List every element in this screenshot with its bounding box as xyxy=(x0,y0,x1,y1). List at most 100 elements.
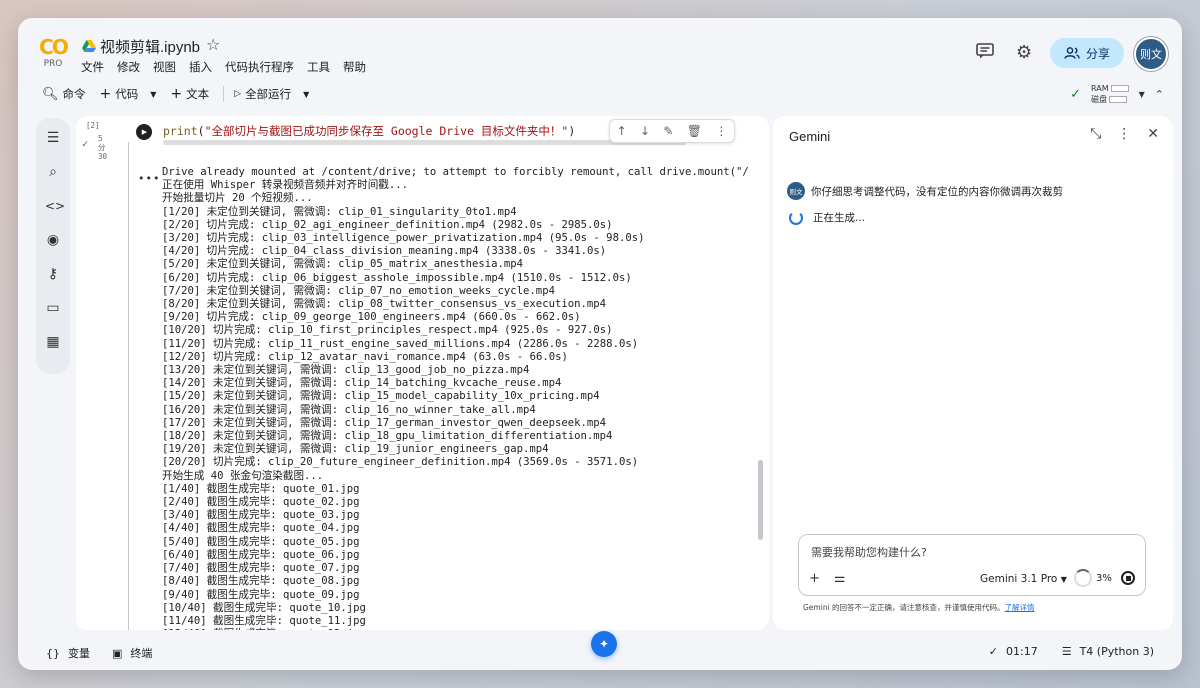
elapsed-time: 01:17 xyxy=(1006,645,1038,658)
output-line: Drive already mounted at /content/drive;… xyxy=(162,166,749,178)
search-icon: 🔍︎ xyxy=(42,86,59,102)
more-vert-icon[interactable]: ⋮ xyxy=(1117,126,1131,142)
data-table-icon[interactable]: ▦ xyxy=(45,334,61,350)
variables-button[interactable]: {} 变量 xyxy=(46,645,90,661)
gemini-sparkle-button[interactable]: ✦ xyxy=(591,631,617,657)
output-line: 开始生成 40 张金句渲染截图... xyxy=(162,469,324,482)
terminal-label: 终端 xyxy=(130,647,153,660)
terminal-button[interactable]: ▣ 终端 xyxy=(112,645,152,661)
move-up-icon[interactable]: ↑ xyxy=(617,124,627,138)
code-editor[interactable]: print("全部切片与截图已成功同步保存至 Google Drive 目标文件… xyxy=(163,123,575,139)
menu-edit[interactable]: 修改 xyxy=(117,59,140,75)
secrets-key-icon[interactable]: ⚷ xyxy=(45,266,61,282)
server-icon: ☰ xyxy=(1061,645,1072,658)
gemini-prompt-box[interactable]: 需要我帮助您构建什么? + ⚌ Gemini 3.1 Pro ▼ 3% xyxy=(798,534,1146,596)
menu-bar: 文件 修改 视图 插入 代码执行程序 工具 帮助 xyxy=(81,59,379,75)
output-line: [12/20] 切片完成: clip_12_avatar_navi_romanc… xyxy=(162,350,568,363)
output-menu-icon[interactable]: ••• xyxy=(138,172,160,185)
command-palette-button[interactable]: 🔍︎ 命令 xyxy=(42,86,86,102)
gemini-title: Gemini xyxy=(789,129,831,144)
context-percent: 3% xyxy=(1096,572,1112,584)
comment-icon[interactable] xyxy=(976,43,994,59)
ram-bar xyxy=(1110,85,1129,92)
output-line: [10/40] 截图生成完毕: quote_10.jpg xyxy=(162,601,366,614)
menu-tools[interactable]: 工具 xyxy=(307,59,330,75)
star-icon[interactable]: ☆ xyxy=(206,35,220,54)
stop-generation-button[interactable] xyxy=(1121,571,1135,585)
add-code-button[interactable]: + 代码 ▼ xyxy=(100,86,157,102)
menu-file[interactable]: 文件 xyxy=(81,59,104,75)
find-replace-icon[interactable]: ⌕ xyxy=(45,164,61,180)
chevron-down-icon[interactable]: ▼ xyxy=(150,90,156,99)
code-snippets-icon[interactable]: <> xyxy=(45,198,65,214)
output-line: [8/40] 截图生成完毕: quote_08.jpg xyxy=(162,575,360,588)
logo-pro-badge: PRO xyxy=(43,59,63,69)
menu-runtime[interactable]: 代码执行程序 xyxy=(225,59,294,75)
prompt-input[interactable]: 需要我帮助您构建什么? xyxy=(811,544,927,560)
tune-settings-icon[interactable]: ⚌ xyxy=(834,571,846,586)
output-line: [7/40] 截图生成完毕: quote_07.jpg xyxy=(162,562,360,575)
delete-icon[interactable]: 🗑︎ xyxy=(687,124,702,138)
output-line: [2/20] 切片完成: clip_02_agi_engineer_defini… xyxy=(162,218,613,231)
exec-time-number: 5 xyxy=(98,134,103,143)
runtime-label: T4 (Python 3) xyxy=(1079,645,1154,658)
output-line: [8/20] 未定位到关键词, 需微调: clip_08_twitter_con… xyxy=(162,298,606,311)
notebook-panel: [2] ✓ 5 分 30 ▶ print("全部切片与截图已成功同步保存至 Go… xyxy=(76,116,769,630)
share-label: 分享 xyxy=(1085,46,1110,61)
left-sidebar: ☰ ⌕ <> ◉ ⚷ ▭ ▦ xyxy=(36,118,70,374)
notebook-title[interactable]: 视频剪辑.ipynb xyxy=(100,36,200,57)
add-text-button[interactable]: + 文本 xyxy=(170,86,209,102)
chevron-down-icon[interactable]: ▼ xyxy=(303,90,309,99)
text-label: 文本 xyxy=(186,87,210,101)
menu-insert[interactable]: 插入 xyxy=(189,59,212,75)
play-icon: ▷ xyxy=(234,89,242,99)
ram-disk-meter[interactable]: RAM 磁盘 xyxy=(1091,83,1129,105)
success-check-icon: ✓ xyxy=(82,139,89,150)
output-line: [5/20] 未定位到关键词, 需微调: clip_05_matrix_anes… xyxy=(162,258,524,271)
output-line: [12/40] 截图生成完毕: quote_12.jpg xyxy=(162,628,752,630)
collapse-icon[interactable]: ⤡ xyxy=(1090,126,1101,142)
edit-magic-icon[interactable]: ✎ xyxy=(663,124,673,138)
logo-text: CO xyxy=(39,35,69,59)
exec-time-seconds: 30 xyxy=(98,152,108,161)
close-icon[interactable]: ✕ xyxy=(1147,126,1159,142)
code-horizontal-scrollbar[interactable] xyxy=(163,140,686,145)
variable-inspector-icon[interactable]: ◉ xyxy=(45,232,61,248)
settings-gear-icon[interactable]: ⚙ xyxy=(1016,42,1032,63)
runtime-info[interactable]: ☰ T4 (Python 3) xyxy=(1062,645,1154,658)
run-all-button[interactable]: ▷ 全部运行 ▼ xyxy=(234,86,309,102)
user-avatar[interactable]: 则文 xyxy=(1136,39,1166,69)
colab-logo[interactable]: CO PRO xyxy=(36,36,70,72)
learn-more-link[interactable]: 了解详情 xyxy=(1005,603,1035,612)
execution-status[interactable]: ✓ 01:17 xyxy=(989,645,1038,658)
disk-bar xyxy=(1109,96,1128,103)
collapse-up-icon[interactable]: ⌃ xyxy=(1155,88,1164,101)
connected-check-icon: ✓ xyxy=(1070,86,1082,102)
stop-icon xyxy=(1125,575,1131,581)
more-options-icon[interactable]: ⋮ xyxy=(715,124,727,138)
output-line: [4/20] 切片完成: clip_04_class_division_mean… xyxy=(162,245,607,258)
context-usage: 3% xyxy=(1074,569,1112,587)
share-button[interactable]: 分享 xyxy=(1050,38,1124,68)
output-line: [5/40] 截图生成完毕: quote_05.jpg xyxy=(162,535,360,548)
context-ring-icon xyxy=(1074,569,1092,587)
output-line: [7/20] 未定位到关键词, 需微调: clip_07_no_emotion_… xyxy=(162,284,555,297)
menu-view[interactable]: 视图 xyxy=(153,59,176,75)
gemini-header-actions: ⤡ ⋮ ✕ xyxy=(1090,126,1159,142)
menu-help[interactable]: 帮助 xyxy=(343,59,366,75)
table-of-contents-icon[interactable]: ☰ xyxy=(45,130,61,146)
code-function: print xyxy=(163,124,198,138)
notebook-toolbar: 🔍︎ 命令 + 代码 ▼ + 文本 ▷ 全部运行 ▼ ✓ RAM 磁盘 ▼ ⌃ xyxy=(30,79,1170,109)
chevron-down-icon[interactable]: ▼ xyxy=(1139,90,1145,99)
user-message: 则文 你仔细思考调整代码，没有定位的内容你微调再次裁剪 xyxy=(787,182,1063,200)
run-cell-button[interactable]: ▶ xyxy=(136,124,152,140)
model-selector[interactable]: Gemini 3.1 Pro ▼ xyxy=(980,573,1067,585)
google-drive-icon xyxy=(82,40,96,52)
terminal-icon: ▣ xyxy=(112,646,123,660)
output-vertical-scrollbar[interactable] xyxy=(758,460,763,540)
files-folder-icon[interactable]: ▭ xyxy=(45,300,61,316)
loading-spinner-icon xyxy=(789,210,803,225)
move-down-icon[interactable]: ↓ xyxy=(640,124,650,138)
add-attachment-icon[interactable]: + xyxy=(809,571,820,586)
output-line: [4/40] 截图生成完毕: quote_04.jpg xyxy=(162,522,360,535)
